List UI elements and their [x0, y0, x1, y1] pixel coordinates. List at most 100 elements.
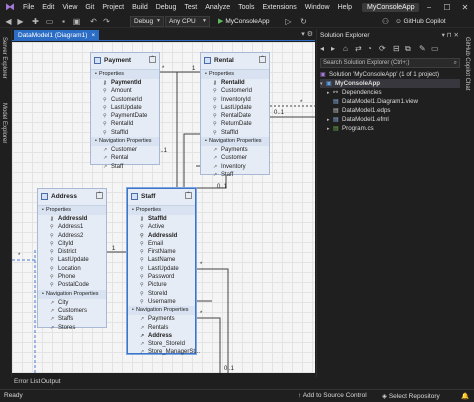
property-row[interactable]: ⚲ AddressId — [128, 232, 195, 240]
minimize-icon[interactable]: − — [420, 0, 438, 15]
entity-payment[interactable]: Payment ⌃ ▪ Properties ⚷ PaymentId ⚲ Amount… — [90, 52, 160, 170]
nav-row[interactable]: ↗ Staffs — [38, 315, 106, 323]
menu-view[interactable]: View — [58, 0, 81, 15]
maximize-icon[interactable]: ☐ — [438, 0, 456, 15]
menu-debug[interactable]: Debug — [152, 0, 181, 15]
diagram-canvas[interactable]: * 1 0..1 0..1 * 0..1 1 * * * 0..1 Paymen… — [12, 42, 315, 373]
menu-build[interactable]: Build — [128, 0, 152, 15]
home-icon[interactable]: ⌂ — [343, 44, 348, 53]
tree-item-diagram-view[interactable]: ▤ DataModel1.Diagram1.view — [333, 97, 418, 106]
property-row[interactable]: ⚲ Picture — [128, 281, 195, 289]
property-row[interactable]: ⚲ Email — [128, 240, 195, 248]
tab-error-list[interactable]: Error List — [14, 378, 40, 385]
property-row[interactable]: ⚲ PostalCode — [38, 281, 106, 289]
collapse-icon[interactable]: ⌃ — [259, 56, 266, 63]
properties-section[interactable]: ▪ Properties — [91, 70, 159, 79]
nav-row[interactable]: ↗ Customer — [91, 146, 159, 154]
start-without-debugging-icon[interactable]: ▷ — [283, 16, 294, 27]
nav-row[interactable]: ↗ Customer — [201, 154, 269, 162]
close-tab-icon[interactable]: × — [91, 32, 95, 39]
sync-icon[interactable]: ⟳ — [379, 44, 386, 53]
solution-search-input[interactable]: Search Solution Explorer (Ctrl+;) ⌕ — [320, 58, 460, 68]
property-row[interactable]: ⚲ RentalId — [91, 120, 159, 128]
property-row[interactable]: ⚲ RentalDate — [201, 112, 269, 120]
entity-rental[interactable]: Rental ⌃ ▪ Properties ⚷ RentalId ⚲ Customer… — [200, 52, 270, 178]
solution-name-tab[interactable]: MyConsoleApp — [362, 3, 420, 12]
menu-analyze[interactable]: Analyze — [201, 0, 234, 15]
property-row[interactable]: ⚲ Amount — [91, 87, 159, 95]
select-repository-button[interactable]: ◈ Select Repository — [382, 392, 440, 400]
property-row[interactable]: ⚲ CityId — [38, 240, 106, 248]
add-to-source-control-button[interactable]: ↑ Add to Source Control — [298, 392, 367, 399]
property-row[interactable]: ⚲ CustomerId — [201, 87, 269, 95]
property-row[interactable]: ⚲ FirstName — [128, 248, 195, 256]
back-icon[interactable]: ◀ — [3, 16, 14, 27]
tab-overflow-icon[interactable]: ▾ ⚙ — [301, 30, 313, 38]
navigation-section[interactable]: ▪ Navigation Properties — [38, 289, 106, 299]
property-row[interactable]: ⚲ LastUpdate — [38, 256, 106, 264]
entity-staff[interactable]: Staff ⌃ ▪ Properties ⚷ StaffId ⚲ Active ⚲ Ad… — [127, 188, 200, 356]
menu-tools[interactable]: Tools — [234, 0, 258, 15]
switch-views-icon[interactable]: ⇄ — [355, 44, 362, 53]
property-row[interactable]: ⚲ Location — [38, 265, 106, 273]
close-window-icon[interactable]: ✕ — [456, 0, 474, 15]
menu-test[interactable]: Test — [180, 0, 201, 15]
tab-diagram[interactable]: DataModel1 (Diagram1) × — [14, 30, 100, 41]
collapse-all-icon[interactable]: ⊟ — [393, 44, 400, 53]
nav-row[interactable]: ↗ Staff — [201, 171, 269, 179]
panel-options-icon[interactable]: ▾ ⊓ ✕ — [442, 31, 459, 39]
property-row[interactable]: ⚲ LastUpdate — [128, 265, 195, 273]
properties-icon[interactable]: ✎ — [419, 44, 426, 53]
entity-header[interactable]: Payment ⌃ — [91, 53, 159, 70]
tree-item-efml[interactable]: ▸ ▤ DataModel1.efml — [327, 115, 389, 124]
nav-row[interactable]: ↗ Customers — [38, 307, 106, 315]
copilot-chat-tab[interactable]: GitHub Copilot Chat — [464, 37, 470, 90]
property-row[interactable]: ⚲ Username — [128, 298, 195, 306]
properties-section[interactable]: ▪ Properties — [38, 206, 106, 215]
nav-row[interactable]: ↗ Store_StoreId — [128, 340, 195, 348]
nav-row[interactable]: ↗ Address — [128, 332, 195, 340]
nav-row[interactable]: ↗ Staff — [91, 163, 159, 171]
back-icon[interactable]: ◂ — [320, 44, 324, 53]
configuration-select[interactable]: Debug ▼ — [130, 16, 164, 27]
start-debugging-button[interactable]: ▶ MyConsoleApp — [218, 16, 269, 27]
navigation-section[interactable]: ▪ Navigation Properties — [128, 306, 195, 316]
property-row[interactable]: ⚲ StaffId — [201, 129, 269, 137]
properties-section[interactable]: ▪ Properties — [128, 206, 195, 215]
server-explorer-tab[interactable]: Server Explorer — [1, 37, 7, 79]
tab-output[interactable]: Output — [41, 378, 61, 385]
menu-extensions[interactable]: Extensions — [258, 0, 300, 15]
nav-row[interactable]: ↗ Store_ManagerSt... — [128, 348, 200, 356]
save-icon[interactable]: ▪ — [58, 16, 69, 27]
property-row[interactable]: ⚲ Active — [128, 223, 195, 231]
menu-git[interactable]: Git — [81, 0, 98, 15]
tree-item-edps[interactable]: ▤ DataModel1.edps — [333, 106, 391, 115]
nav-row[interactable]: ↗ Rental — [91, 154, 159, 162]
property-row[interactable]: ⚲ LastUpdate — [91, 104, 159, 112]
collapse-icon[interactable]: ⌃ — [149, 56, 156, 63]
entity-header[interactable]: Rental ⌃ — [201, 53, 269, 70]
github-copilot-button[interactable]: ☺ GitHub Copilot — [395, 16, 446, 27]
property-row[interactable]: ⚲ PaymentDate — [91, 112, 159, 120]
property-row[interactable]: ⚲ CustomerId — [91, 96, 159, 104]
navigation-section[interactable]: ▪ Navigation Properties — [91, 137, 159, 147]
collapse-icon[interactable]: ⌃ — [96, 192, 103, 199]
forward-icon[interactable]: ▶ — [15, 16, 26, 27]
tree-item-program[interactable]: ▸ ▤ Program.cs — [327, 124, 374, 133]
save-all-icon[interactable]: ▣ — [71, 16, 82, 27]
pending-changes-icon[interactable]: ◔ — [367, 44, 372, 53]
menu-project[interactable]: Project — [98, 0, 128, 15]
entity-header[interactable]: Staff ⌃ — [128, 189, 195, 206]
notifications-icon[interactable]: 🔔 — [461, 392, 469, 400]
property-row[interactable]: ⚷ StaffId — [128, 215, 195, 223]
property-row[interactable]: ⚲ ReturnDate — [201, 120, 269, 128]
open-folder-icon[interactable]: ▭ — [44, 16, 55, 27]
property-row[interactable]: ⚲ Phone — [38, 273, 106, 281]
property-row[interactable]: ⚲ Address2 — [38, 232, 106, 240]
nav-row[interactable]: ↗ Payments — [128, 315, 195, 323]
navigation-section[interactable]: ▪ Navigation Properties — [201, 137, 269, 147]
nav-row[interactable]: ↗ Inventory — [201, 163, 269, 171]
property-row[interactable]: ⚷ AddressId — [38, 215, 106, 223]
menu-edit[interactable]: Edit — [38, 0, 58, 15]
nav-row[interactable]: ↗ City — [38, 299, 106, 307]
